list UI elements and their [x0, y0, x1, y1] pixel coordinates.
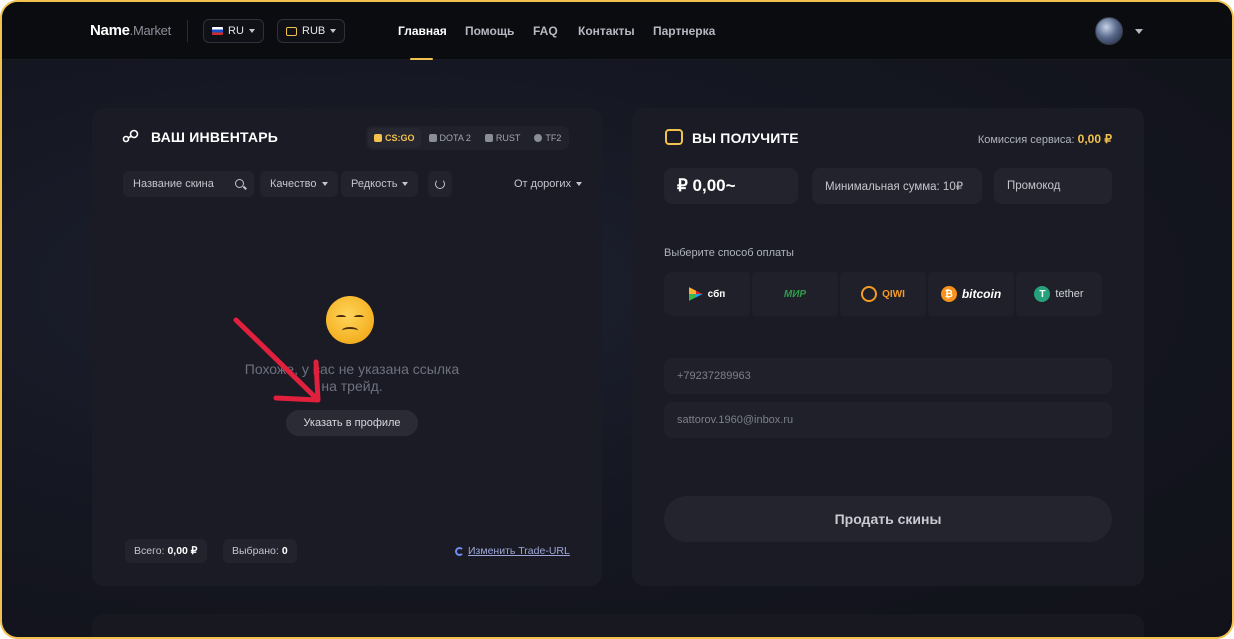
csgo-icon: [374, 134, 382, 142]
commission-label: Комиссия сервиса:: [977, 134, 1075, 146]
promo-code-input[interactable]: Промокод: [994, 168, 1112, 204]
chevron-down-icon: [330, 29, 337, 33]
tab-dota2[interactable]: DOTA 2: [423, 128, 477, 148]
pay-method-label: bitcoin: [961, 287, 1002, 301]
tab-tf2[interactable]: TF2: [528, 128, 567, 148]
total-label: Всего:: [134, 545, 165, 557]
sell-skins-button[interactable]: Продать скины: [664, 496, 1112, 542]
selected-label: Выбрано:: [232, 545, 279, 557]
chevron-down-icon[interactable]: [1135, 29, 1143, 34]
logo-suffix: .Market: [129, 23, 172, 38]
language-label: RU: [228, 25, 244, 37]
pay-method-mir[interactable]: МИР: [752, 272, 838, 316]
chevron-down-icon: [248, 29, 255, 33]
sort-selector[interactable]: От дорогих: [504, 171, 592, 197]
selected-stat: Выбрано: 0: [223, 539, 297, 563]
wallet-icon: [665, 129, 683, 145]
refresh-icon: [455, 546, 464, 556]
payout-amount: ₽ 0,00~: [664, 168, 798, 204]
wallet-icon: [286, 26, 297, 36]
header-divider: [187, 20, 188, 42]
trade-url-label: Изменить Trade-URL: [468, 545, 570, 557]
user-avatar[interactable]: [1095, 17, 1123, 45]
nav-home[interactable]: Главная: [398, 24, 447, 38]
logo[interactable]: Name.Market: [90, 22, 171, 39]
set-in-profile-button[interactable]: Указать в профиле: [286, 410, 418, 436]
selected-value: 0: [281, 545, 288, 557]
nav-faq[interactable]: FAQ: [533, 24, 558, 38]
skin-search-input[interactable]: Название скина: [123, 171, 254, 197]
tab-label: DOTA 2: [439, 133, 471, 143]
refresh-icon: [435, 179, 445, 189]
currency-selector[interactable]: RUB: [277, 19, 346, 43]
red-arrow-icon: [233, 317, 321, 403]
tab-rust[interactable]: RUST: [479, 128, 527, 148]
min-amount-info: Минимальная сумма: 10₽: [812, 168, 982, 204]
payment-methods: сбп МИР QIWI ₿ bitcoin T tether: [664, 272, 1102, 316]
min-amount-label: Минимальная сумма: 10₽: [825, 181, 964, 193]
tf2-icon: [534, 134, 543, 142]
quality-filter[interactable]: Качество: [260, 171, 338, 197]
service-commission: Комиссия сервиса: 0,00 ₽: [978, 132, 1112, 146]
inventory-panel: ВАШ ИНВЕНТАРЬ CS:GO DOTA 2 RUST TF2 Назв…: [92, 108, 602, 586]
phone-value: +79237289963: [677, 370, 751, 382]
rust-icon: [484, 134, 493, 142]
nav-active-indicator: [410, 58, 433, 60]
tether-icon: T: [1034, 286, 1051, 302]
tab-label: RUST: [495, 133, 521, 143]
inventory-title: ВАШ ИНВЕНТАРЬ: [151, 129, 278, 145]
pay-method-label: МИР: [783, 288, 807, 300]
top-bar: Name.Market RU RUB Главная Помощь FAQ Ко…: [2, 2, 1232, 60]
payout-title: ВЫ ПОЛУЧИТЕ: [692, 130, 799, 146]
pay-method-label: Выберите способ оплаты: [664, 247, 794, 259]
currency-label: RUB: [302, 25, 326, 37]
chevron-down-icon: [402, 182, 409, 186]
email-input[interactable]: sattorov.1960@inbox.ru: [664, 402, 1112, 438]
tab-label: TF2: [545, 133, 562, 143]
nav-help[interactable]: Помощь: [465, 24, 514, 38]
commission-value: 0,00 ₽: [1077, 132, 1112, 146]
total-value: 0,00 ₽: [167, 545, 198, 557]
disappointed-face-icon: [326, 296, 374, 344]
pay-method-label: сбп: [707, 288, 726, 300]
payout-panel: ВЫ ПОЛУЧИТЕ Комиссия сервиса: 0,00 ₽ ₽ 0…: [632, 108, 1144, 586]
pay-method-tether[interactable]: T tether: [1016, 272, 1102, 316]
nav-partner[interactable]: Партнерка: [653, 24, 715, 38]
app-window: Name.Market RU RUB Главная Помощь FAQ Ко…: [0, 0, 1234, 639]
game-tabs: CS:GO DOTA 2 RUST TF2: [366, 126, 570, 150]
search-placeholder: Название скина: [133, 178, 214, 190]
phone-input[interactable]: +79237289963: [664, 358, 1112, 394]
change-trade-url-link[interactable]: Изменить Trade-URL: [455, 545, 570, 557]
russia-flag-icon: [212, 27, 223, 35]
language-selector[interactable]: RU: [203, 19, 264, 43]
pay-method-label: tether: [1055, 288, 1084, 300]
quality-label: Качество: [270, 178, 317, 190]
bitcoin-icon: ₿: [940, 286, 957, 302]
dota2-icon: [428, 134, 437, 142]
steam-icon: [122, 129, 139, 143]
qiwi-icon: [861, 286, 878, 302]
search-icon: [235, 179, 244, 188]
bottom-panel: [92, 614, 1144, 637]
pay-method-sbp[interactable]: сбп: [664, 272, 750, 316]
amount-value: ₽ 0,00~: [677, 176, 736, 195]
pay-method-bitcoin[interactable]: ₿ bitcoin: [928, 272, 1014, 316]
chevron-down-icon: [576, 182, 583, 186]
pay-method-qiwi[interactable]: QIWI: [840, 272, 926, 316]
sort-label: От дорогих: [514, 178, 572, 190]
email-value: sattorov.1960@inbox.ru: [677, 414, 794, 426]
total-stat: Всего: 0,00 ₽: [125, 539, 207, 563]
logo-name: Name: [90, 22, 130, 39]
tab-label: CS:GO: [385, 133, 415, 143]
rarity-label: Редкость: [351, 178, 398, 190]
rarity-filter[interactable]: Редкость: [341, 171, 419, 197]
chevron-down-icon: [321, 182, 328, 186]
pay-method-label: QIWI: [882, 288, 905, 300]
sbp-icon: [688, 287, 703, 301]
promo-placeholder: Промокод: [1007, 180, 1061, 192]
tab-csgo[interactable]: CS:GO: [368, 128, 421, 148]
nav-contacts[interactable]: Контакты: [578, 24, 635, 38]
refresh-button[interactable]: [428, 171, 452, 197]
